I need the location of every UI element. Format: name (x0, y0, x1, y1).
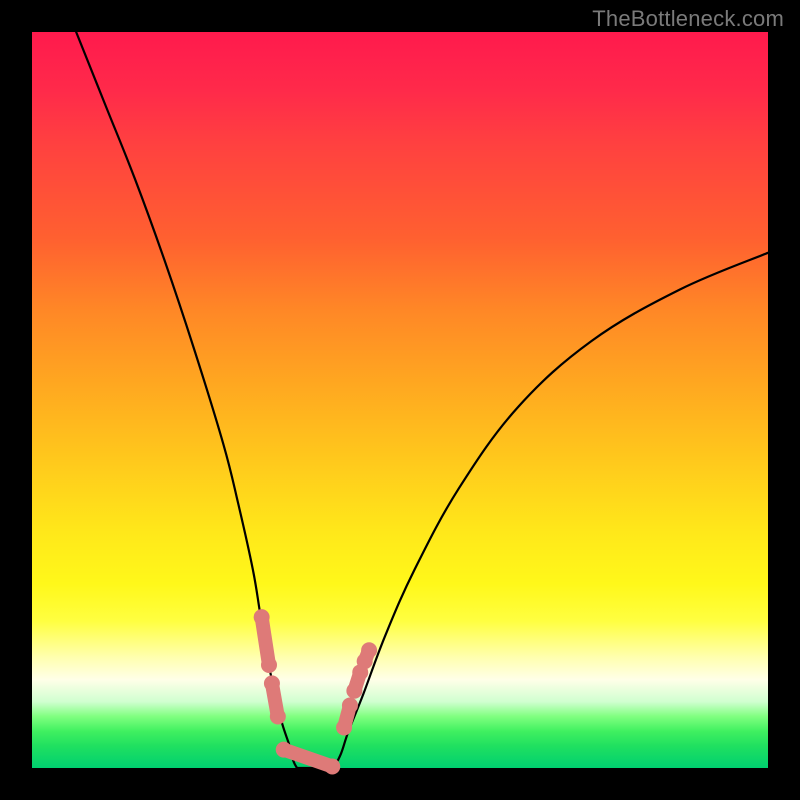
marker-dot (346, 683, 362, 699)
chart-frame: TheBottleneck.com (0, 0, 800, 800)
right-curve (334, 253, 768, 768)
watermark-text: TheBottleneck.com (592, 6, 784, 32)
marker-dot (261, 657, 277, 673)
chart-svg (32, 32, 768, 768)
marker-dot (270, 708, 286, 724)
marker-dot (324, 759, 340, 775)
marker-dot (342, 697, 358, 713)
marker-dot (276, 742, 292, 758)
marker-dot (254, 609, 270, 625)
marker-dot (264, 675, 280, 691)
marker-dot (361, 642, 377, 658)
highlight-band (254, 609, 377, 774)
marker-dot (336, 720, 352, 736)
